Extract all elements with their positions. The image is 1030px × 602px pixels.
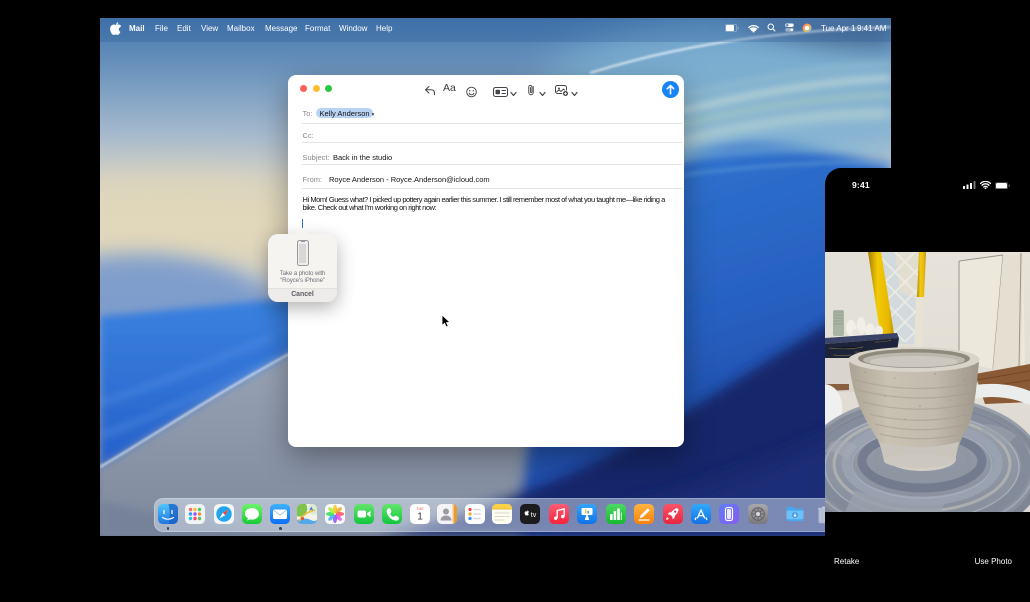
- svg-text:TUE: TUE: [416, 507, 424, 511]
- svg-text:tv: tv: [531, 510, 537, 519]
- svg-text:1: 1: [417, 512, 423, 523]
